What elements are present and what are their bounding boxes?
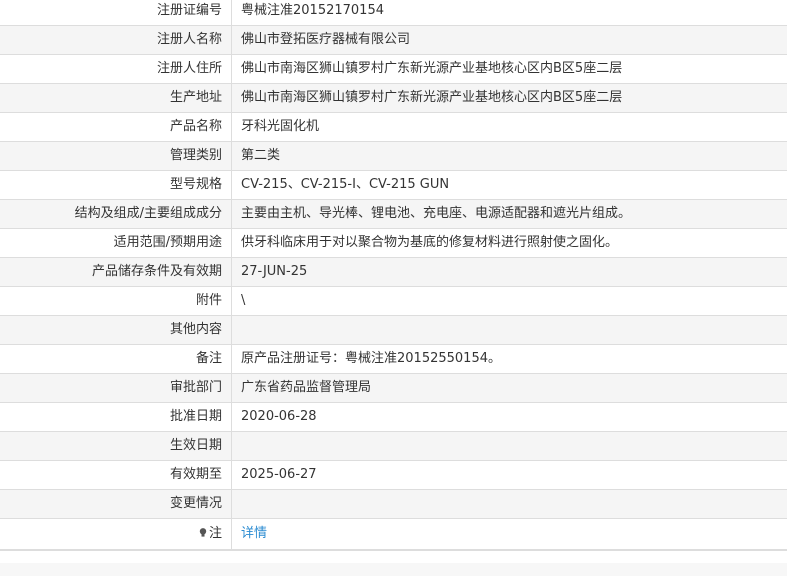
- row-value: \: [241, 293, 246, 308]
- row-value: [232, 316, 787, 344]
- table-row: 批准日期 2020-06-28: [0, 403, 787, 432]
- row-value: CV-215、CV-215-I、CV-215 GUN: [241, 177, 450, 192]
- table-row: 变更情况: [0, 490, 787, 519]
- row-value: 供牙科临床用于对以聚合物为基底的修复材料进行照射使之固化。: [241, 235, 619, 250]
- row-value: 广东省药品监督管理局: [241, 380, 372, 395]
- table-row: 附件 \: [0, 287, 787, 316]
- row-label: 备注: [0, 345, 232, 373]
- table-row: 注册人住所 佛山市南海区狮山镇罗村广东新光源产业基地核心区内B区5座二层: [0, 55, 787, 84]
- row-label: 生效日期: [0, 432, 232, 460]
- row-label: 管理类别: [0, 142, 232, 170]
- row-value: 主要由主机、导光棒、锂电池、充电座、电源适配器和遮光片组成。: [241, 206, 632, 221]
- row-value: 佛山市南海区狮山镇罗村广东新光源产业基地核心区内B区5座二层: [241, 61, 623, 76]
- note-label: 注: [208, 526, 222, 541]
- table-row: 有效期至 2025-06-27: [0, 461, 787, 490]
- row-value: 佛山市登拓医疗器械有限公司: [241, 32, 411, 47]
- row-value: 牙科光固化机: [241, 119, 320, 134]
- row-label: 附件: [0, 287, 232, 315]
- row-label: 审批部门: [0, 374, 232, 402]
- row-value: [232, 432, 787, 460]
- table-row: 注册证编号 粤械注准20152170154: [0, 0, 787, 26]
- note-label-cell: 注: [0, 519, 232, 549]
- table-row: 产品名称 牙科光固化机: [0, 113, 787, 142]
- registration-info-table: 注册证编号 粤械注准20152170154 注册人名称 佛山市登拓医疗器械有限公…: [0, 0, 787, 551]
- row-label: 生产地址: [0, 84, 232, 112]
- row-label: 注册证编号: [0, 0, 232, 25]
- row-label: 其他内容: [0, 316, 232, 344]
- row-value: 原产品注册证号：粤械注准20152550154。: [241, 351, 501, 366]
- table-row: 备注 原产品注册证号：粤械注准20152550154。: [0, 345, 787, 374]
- table-row: 注册人名称 佛山市登拓医疗器械有限公司: [0, 26, 787, 55]
- row-label: 适用范围/预期用途: [0, 229, 232, 257]
- note-row: 注 详情: [0, 519, 787, 551]
- table-row: 型号规格 CV-215、CV-215-I、CV-215 GUN: [0, 171, 787, 200]
- row-label: 注册人名称: [0, 26, 232, 54]
- table-row: 结构及组成/主要组成成分 主要由主机、导光棒、锂电池、充电座、电源适配器和遮光片…: [0, 200, 787, 229]
- row-label: 有效期至: [0, 461, 232, 489]
- page-footer-strip: [0, 563, 787, 576]
- details-link[interactable]: 详情: [241, 526, 267, 541]
- row-value: 27-JUN-25: [241, 264, 308, 279]
- row-label: 批准日期: [0, 403, 232, 431]
- row-value: 2025-06-27: [241, 467, 317, 482]
- row-label: 型号规格: [0, 171, 232, 199]
- lightbulb-icon: [199, 519, 207, 537]
- table-row: 生产地址 佛山市南海区狮山镇罗村广东新光源产业基地核心区内B区5座二层: [0, 84, 787, 113]
- note-value-cell: 详情: [232, 519, 787, 549]
- table-row: 审批部门 广东省药品监督管理局: [0, 374, 787, 403]
- row-value: [232, 490, 787, 518]
- row-value: 粤械注准20152170154: [241, 3, 384, 18]
- table-row: 产品储存条件及有效期 27-JUN-25: [0, 258, 787, 287]
- row-label: 产品名称: [0, 113, 232, 141]
- row-value: 2020-06-28: [241, 409, 317, 424]
- row-label: 结构及组成/主要组成成分: [0, 200, 232, 228]
- table-row: 生效日期: [0, 432, 787, 461]
- row-value: 第二类: [241, 148, 281, 163]
- row-label: 变更情况: [0, 490, 232, 518]
- table-row: 管理类别 第二类: [0, 142, 787, 171]
- row-value: 佛山市南海区狮山镇罗村广东新光源产业基地核心区内B区5座二层: [241, 90, 623, 105]
- table-row: 适用范围/预期用途 供牙科临床用于对以聚合物为基底的修复材料进行照射使之固化。: [0, 229, 787, 258]
- row-label: 产品储存条件及有效期: [0, 258, 232, 286]
- row-label: 注册人住所: [0, 55, 232, 83]
- table-row: 其他内容: [0, 316, 787, 345]
